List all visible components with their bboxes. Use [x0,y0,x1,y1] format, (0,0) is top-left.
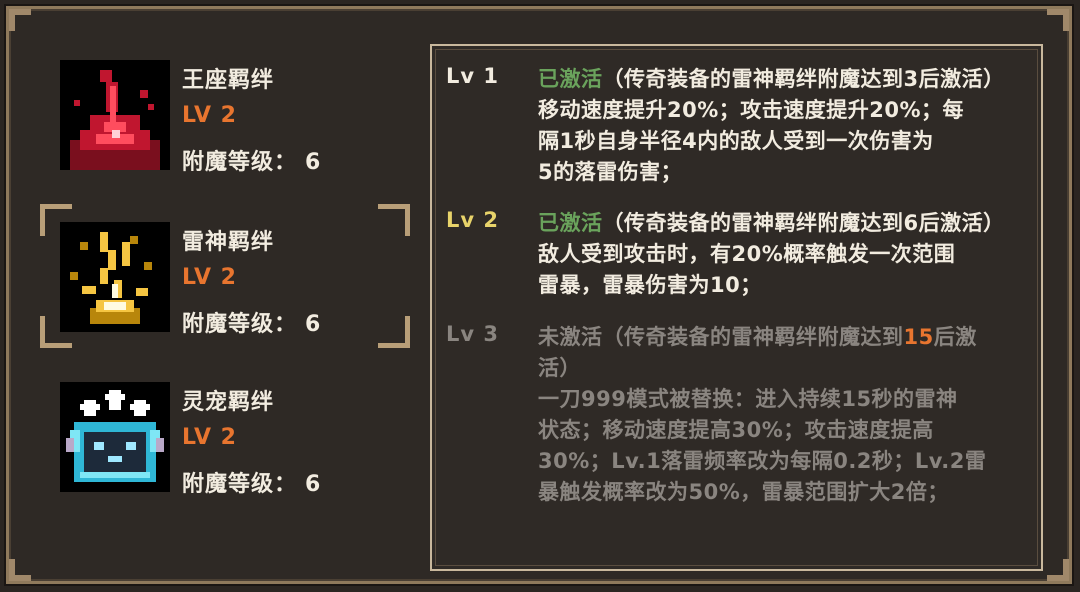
description-line: 雷暴，雷暴伤害为10； [538,273,762,297]
bond-name: 灵宠羁绊 [182,390,275,415]
status-inactive: 未激活 [538,325,603,349]
level-status-line: 未激活（传奇装备的雷神羁绊附魔达到15后激活） [538,322,1038,384]
bond-level: LV 2 [182,265,237,290]
activation-condition: （传奇装备的雷神羁绊附魔达到 [602,325,904,349]
thunder-bond-icon [60,222,170,332]
frame-corner-ornament [9,9,45,45]
bond-name: 雷神羁绊 [182,230,275,255]
condition-highlight-value: 15 [903,325,934,349]
status-active: 已激活 [538,67,603,91]
bond-item-thunder[interactable]: 雷神羁绊 LV 2 附魔等级： 6 [60,222,390,337]
bond-level: LV 2 [182,103,237,128]
bond-enchant-level: 附魔等级： 6 [182,466,321,498]
bond-name: 王座羁绊 [182,68,275,93]
description-line: 一刀999模式被替换：进入持续15秒的雷神 [538,387,958,411]
level-tag: Lv 1 [446,64,499,88]
description-line: 5的落雷伤害； [538,160,683,184]
description-line: 隔1秒自身半径4内的敌人受到一次伤害为 [538,129,934,153]
frame-corner-ornament [9,545,45,581]
level-description: 敌人受到攻击时，有20%概率触发一次范围 雷暴，雷暴伤害为10； [538,239,1038,301]
enchant-value: 6 [305,312,322,337]
pet-bond-icon [60,382,170,492]
enchant-label: 附魔等级： [182,150,298,175]
activation-condition-suffix: 后激 [933,325,977,349]
bond-item-throne[interactable]: 王座羁绊 LV 2 附魔等级： 6 [60,60,390,175]
status-active: 已激活 [538,211,603,235]
activation-condition-line2: 活） [538,356,581,380]
bond-item-pet[interactable]: 灵宠羁绊 LV 2 附魔等级： 6 [60,382,390,497]
activation-condition: （传奇装备的雷神羁绊附魔达到3后激活） [602,67,1005,91]
level-status-line: 已激活（传奇装备的雷神羁绊附魔达到6后激活） [538,208,1038,239]
description-line: 30%；Lv.1落雷频率改为每隔0.2秒；Lv.2雷 [538,449,987,473]
level-description: 一刀999模式被替换：进入持续15秒的雷神 状态；移动速度提高30%；攻击速度提… [538,384,1038,508]
level-tag: Lv 3 [446,322,499,346]
level-tag: Lv 2 [446,208,499,232]
enchant-label: 附魔等级： [182,472,298,497]
bond-enchant-level: 附魔等级： 6 [182,306,321,338]
frame-corner-ornament [1033,9,1069,45]
level-description: 移动速度提升20%；攻击速度提升20%；每 隔1秒自身半径4内的敌人受到一次伤害… [538,95,1038,188]
enchant-value: 6 [305,150,322,175]
level-status-line: 已激活（传奇装备的雷神羁绊附魔达到3后激活） [538,64,1038,95]
bond-level: LV 2 [182,425,237,450]
bond-detail-panel: Lv 1 已激活（传奇装备的雷神羁绊附魔达到3后激活） 移动速度提升20%；攻击… [430,44,1043,571]
description-line: 敌人受到攻击时，有20%概率触发一次范围 [538,242,956,266]
enchant-label: 附魔等级： [182,312,298,337]
enchant-value: 6 [305,472,322,497]
description-line: 移动速度提升20%；攻击速度提升20%；每 [538,98,965,122]
bond-enchant-level: 附魔等级： 6 [182,144,321,176]
activation-condition: （传奇装备的雷神羁绊附魔达到6后激活） [602,211,1005,235]
description-line: 暴触发概率改为50%，雷暴范围扩大2倍； [538,480,949,504]
throne-bond-icon [60,60,170,170]
description-line: 状态；移动速度提高30%；攻击速度提高 [538,418,934,442]
